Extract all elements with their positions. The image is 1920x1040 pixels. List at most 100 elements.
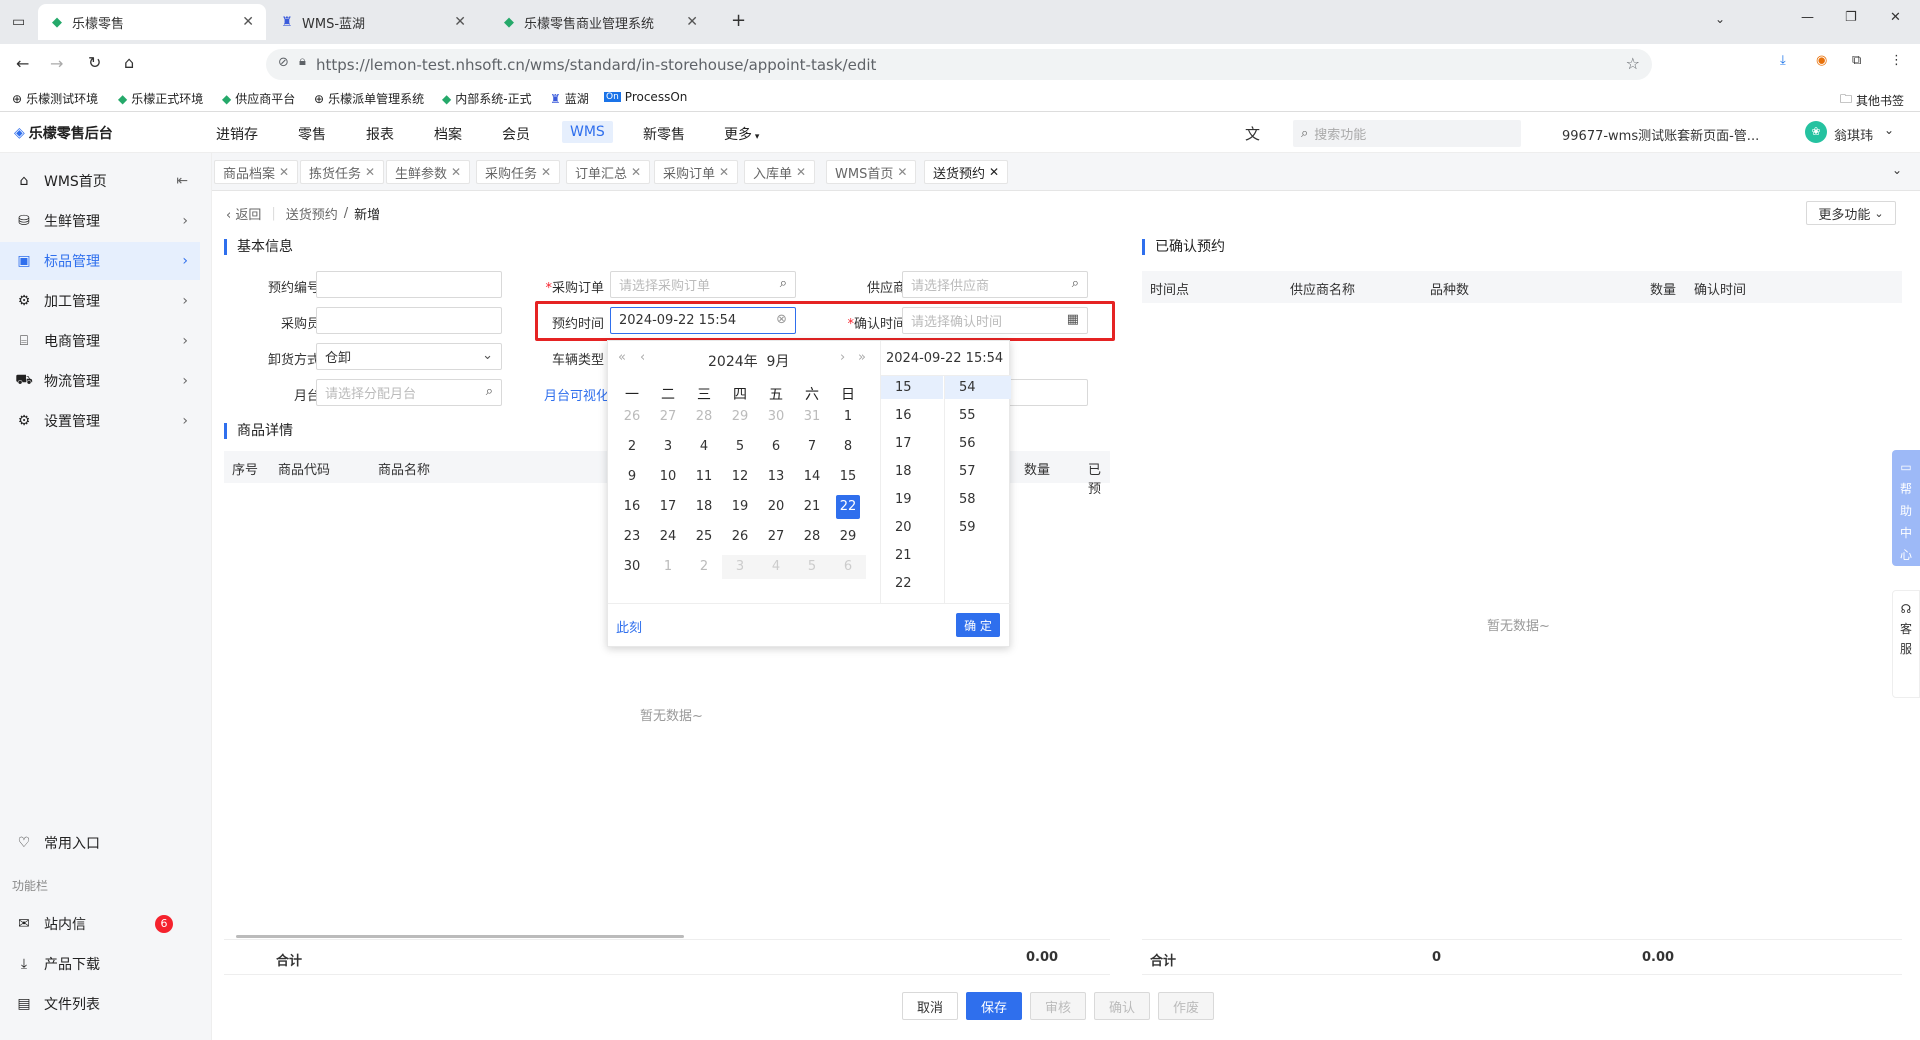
page-tab[interactable]: 入库单 ✕: [744, 160, 816, 184]
calendar-day[interactable]: 3: [656, 435, 680, 459]
bookmark-supplier[interactable]: ◆ 供应商平台: [222, 90, 295, 107]
calendar-day[interactable]: 15: [836, 465, 860, 489]
minute-option[interactable]: 55: [945, 404, 1011, 427]
unload-select[interactable]: 仓卸 ⌄: [316, 343, 502, 370]
calendar-day[interactable]: 30: [764, 405, 788, 429]
calendar-day[interactable]: 2: [692, 555, 716, 579]
app-logo[interactable]: ◈ 乐檬零售后台: [14, 123, 113, 143]
breadcrumb-parent[interactable]: 送货预约: [286, 204, 338, 223]
confirm-button[interactable]: 确认: [1094, 992, 1150, 1020]
close-tab-icon[interactable]: ✕: [242, 14, 254, 30]
menu-icon[interactable]: ⋮: [1890, 53, 1903, 68]
calendar-day[interactable]: 29: [728, 405, 752, 429]
calendar-day[interactable]: 6: [764, 435, 788, 459]
calendar-day[interactable]: 5: [728, 435, 752, 459]
minute-option[interactable]: 56: [945, 432, 1011, 455]
page-tab[interactable]: 拣货任务 ✕: [300, 160, 385, 184]
hour-option[interactable]: 18: [881, 460, 943, 483]
calendar-icon[interactable]: ▦: [1067, 312, 1079, 327]
download-icon[interactable]: ⤓: [1780, 53, 1786, 68]
account-name[interactable]: 99677-wms测试账套新页面-管...: [1562, 125, 1759, 144]
page-tab[interactable]: 商品档案 ✕: [214, 160, 299, 184]
close-icon[interactable]: ✕: [989, 165, 999, 179]
restore-icon[interactable]: ❐: [1845, 10, 1857, 25]
forward-icon[interactable]: →: [50, 54, 63, 73]
sidebar-item-fresh[interactable]: ⛁ 生鲜管理 ›: [0, 202, 200, 240]
new-tab-icon[interactable]: +: [731, 10, 746, 31]
tab-search-icon[interactable]: ⌄: [1715, 12, 1725, 26]
close-window-icon[interactable]: ✕: [1890, 10, 1901, 25]
next-month-icon[interactable]: ›: [840, 350, 845, 365]
prev-year-icon[interactable]: «: [618, 350, 626, 365]
save-button[interactable]: 保存: [966, 992, 1022, 1020]
nav-archive[interactable]: 档案: [434, 124, 462, 144]
close-icon[interactable]: ✕: [365, 165, 375, 179]
collapse-sidebar-icon[interactable]: ⇤: [176, 173, 188, 189]
page-tab[interactable]: WMS首页 ✕: [826, 160, 917, 184]
calendar-day[interactable]: 7: [800, 435, 824, 459]
confirm-time-field[interactable]: 请选择确认时间 ▦: [902, 307, 1088, 334]
calendar-day[interactable]: 23: [620, 525, 644, 549]
picker-ok-button[interactable]: 确 定: [956, 613, 1000, 637]
calendar-day[interactable]: 28: [800, 525, 824, 549]
hour-option[interactable]: 17: [881, 432, 943, 455]
calendar-day[interactable]: 26: [620, 405, 644, 429]
calendar-day[interactable]: 17: [656, 495, 680, 519]
minute-option[interactable]: 57: [945, 460, 1011, 483]
calendar-day[interactable]: 13: [764, 465, 788, 489]
calendar-day[interactable]: 26: [728, 525, 752, 549]
calendar-day[interactable]: 10: [656, 465, 680, 489]
calendar-day[interactable]: 31: [800, 405, 824, 429]
calendar-day[interactable]: 16: [620, 495, 644, 519]
dock-field[interactable]: 请选择分配月台 ⌕: [316, 379, 502, 406]
calendar-day[interactable]: 20: [764, 495, 788, 519]
nav-wms[interactable]: WMS: [562, 121, 613, 143]
reload-icon[interactable]: ↻: [88, 53, 101, 72]
close-icon[interactable]: ✕: [719, 165, 729, 179]
supplier-field[interactable]: 请选择供应商 ⌕: [902, 271, 1088, 298]
next-year-icon[interactable]: »: [858, 350, 866, 365]
calendar-day[interactable]: 6: [830, 555, 866, 579]
calendar-year-month[interactable]: 2024年 9月: [708, 351, 789, 371]
back-icon[interactable]: ←: [16, 54, 29, 73]
hour-option[interactable]: 15: [881, 376, 943, 399]
horizontal-scrollbar[interactable]: [236, 935, 684, 938]
nav-inventory[interactable]: 进销存: [216, 124, 258, 144]
bookmark-dispatch[interactable]: ⊕ 乐檬派单管理系统: [314, 90, 424, 107]
tabs-dropdown-icon[interactable]: ⌄: [1892, 163, 1902, 177]
calendar-day[interactable]: 25: [692, 525, 716, 549]
avatar[interactable]: ❀: [1805, 121, 1827, 143]
browser-tab-wms[interactable]: ♜ WMS-蓝湖 ✕: [268, 4, 478, 40]
browser-tab-lemon-system[interactable]: ◆ 乐檬零售商业管理系统 ✕: [490, 4, 710, 40]
sidebar-item-wms-home[interactable]: ⌂ WMS首页 ⇤: [0, 162, 200, 200]
minute-option[interactable]: 59: [945, 516, 1011, 539]
customer-service-button[interactable]: ☊ 客服: [1892, 590, 1920, 698]
calendar-day[interactable]: 8: [836, 435, 860, 459]
hour-option[interactable]: 22: [881, 572, 943, 595]
clear-icon[interactable]: ⊗: [776, 312, 787, 327]
nav-new-retail[interactable]: 新零售: [643, 124, 685, 144]
dock-visual-link[interactable]: 月台可视化: [544, 385, 609, 404]
calendar-day[interactable]: 28: [692, 405, 716, 429]
sidebar-item-processing[interactable]: ⚙ 加工管理 ›: [0, 282, 200, 320]
calendar-day[interactable]: 5: [794, 555, 830, 579]
close-icon[interactable]: ✕: [279, 165, 289, 179]
nav-retail[interactable]: 零售: [298, 124, 326, 144]
tab-overview-icon[interactable]: ▭: [12, 14, 25, 30]
calendar-day[interactable]: 22: [836, 495, 860, 519]
calendar-day[interactable]: 14: [800, 465, 824, 489]
calendar-day[interactable]: 21: [800, 495, 824, 519]
cancel-button[interactable]: 取消: [902, 992, 958, 1020]
close-icon[interactable]: ✕: [631, 165, 641, 179]
nav-more[interactable]: 更多 ▾: [724, 124, 759, 144]
calendar-day[interactable]: 4: [758, 555, 794, 579]
home-icon[interactable]: ⌂: [124, 53, 134, 72]
bookmark-processon[interactable]: On ProcessOn: [604, 90, 687, 104]
extension-icon[interactable]: ◉: [1816, 53, 1827, 68]
appoint-time-field[interactable]: 2024-09-22 15:54 ⊗: [610, 307, 796, 334]
buyer-field[interactable]: [316, 307, 502, 334]
nav-report[interactable]: 报表: [366, 124, 394, 144]
calendar-day[interactable]: 24: [656, 525, 680, 549]
hour-option[interactable]: 21: [881, 544, 943, 567]
sidebar-item-standard[interactable]: ▣ 标品管理 ›: [0, 242, 200, 280]
